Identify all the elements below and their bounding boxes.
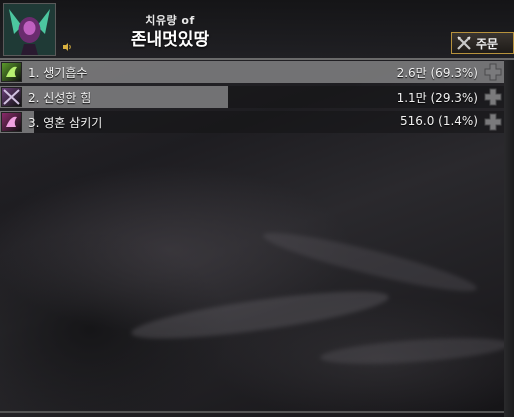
spell-amount: 516.0 (1.4%) (399, 114, 478, 128)
meter-header: 치유량 of 존내멋있땅 주문 (0, 0, 514, 60)
holy-power-icon (1, 87, 22, 107)
spell-name: 2. 신성한 힘 (28, 91, 92, 105)
spell-row[interactable]: 2. 신성한 힘 1.1만 (29.3%) (0, 86, 504, 108)
soul-swallow-icon (1, 112, 22, 132)
spell-amount: 2.6만 (69.3%) (396, 66, 478, 80)
spell-name: 3. 영혼 삼키기 (28, 116, 103, 130)
player-name: 존내멋있땅 (130, 30, 210, 50)
detail-plus-icon[interactable] (484, 63, 502, 81)
order-button[interactable]: 주문 (451, 32, 514, 54)
scrollbar-track[interactable] (504, 60, 514, 417)
bottom-divider (0, 411, 504, 413)
crossed-swords-icon (457, 36, 471, 50)
spell-row[interactable]: 1. 생기흡수 2.6만 (69.3%) (0, 61, 504, 83)
detail-plus-icon[interactable] (484, 88, 502, 106)
spell-amount: 1.1만 (29.3%) (396, 91, 478, 105)
header-divider (0, 58, 514, 60)
spell-row[interactable]: 3. 영혼 삼키기 516.0 (1.4%) (0, 111, 504, 133)
order-button-label: 주문 (476, 36, 499, 51)
life-drain-icon (1, 62, 22, 82)
spell-name: 1. 생기흡수 (28, 66, 88, 80)
detail-plus-icon[interactable] (484, 113, 502, 131)
